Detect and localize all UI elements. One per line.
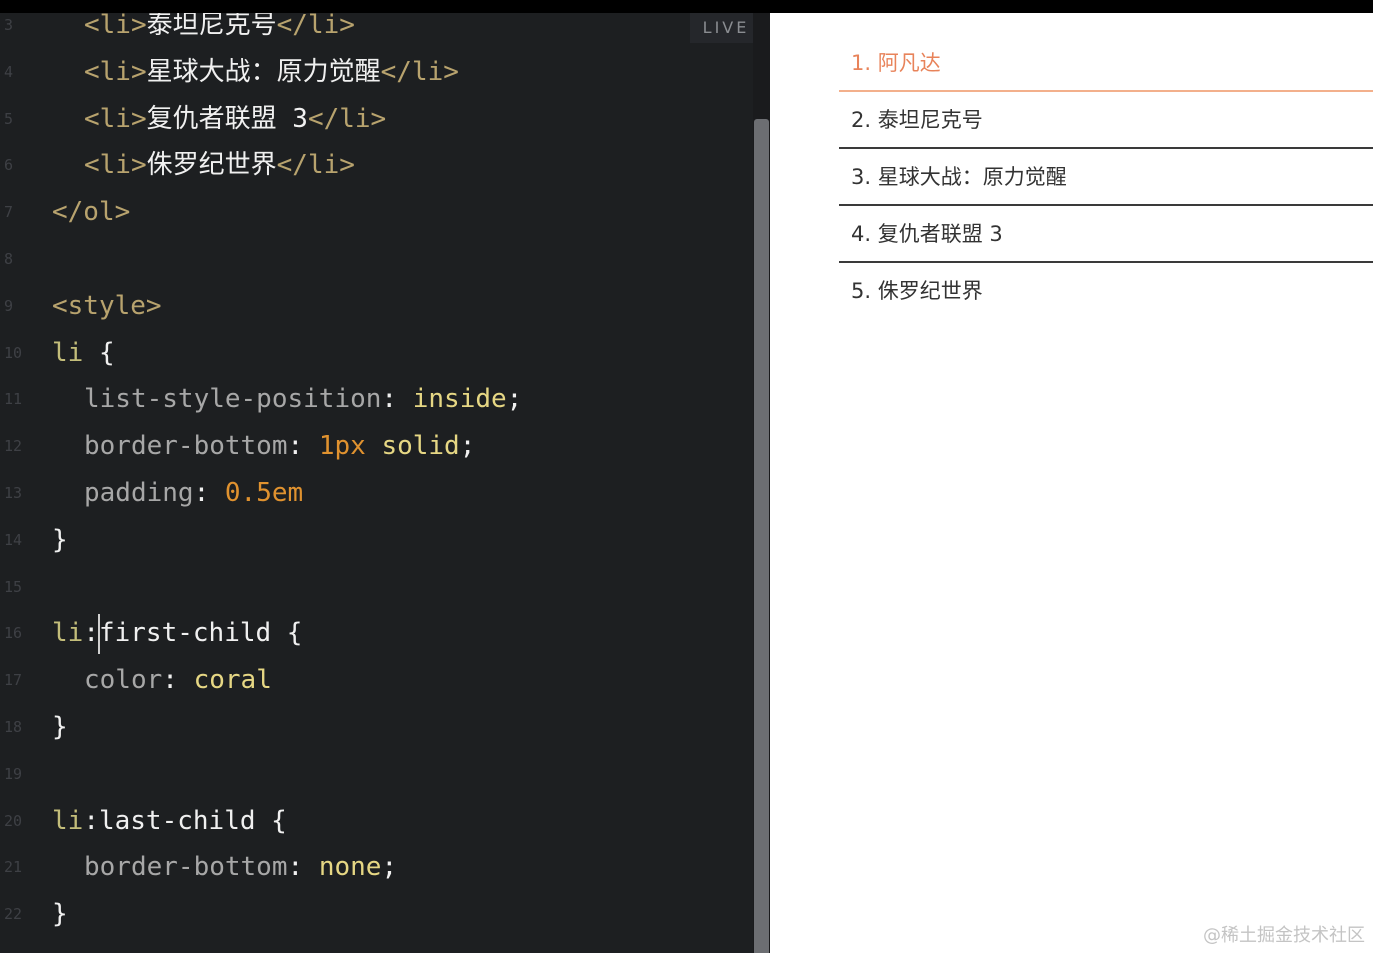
code-line[interactable]: </ol> <box>52 189 130 235</box>
code-token: <li> <box>84 103 147 134</box>
code-token: ; <box>381 852 398 883</box>
code-token: li <box>52 337 84 368</box>
code-token: 侏罗纪世界 <box>146 150 277 181</box>
code-token: ; <box>459 431 476 462</box>
code-token: : <box>287 852 319 883</box>
list-item: 3. 星球大战：原力觉醒 <box>839 149 1373 206</box>
code-token: first-child { <box>98 618 303 649</box>
code-line[interactable]: border-bottom: none; <box>84 844 397 890</box>
code-line[interactable]: } <box>52 891 68 937</box>
list-item: 5. 侏罗纪世界 <box>851 279 983 303</box>
line-number: 9 <box>4 296 14 315</box>
line-number: 10 <box>4 343 23 362</box>
editor-scrollbar-thumb[interactable] <box>754 119 769 953</box>
line-number: 6 <box>4 156 14 175</box>
line-number: 20 <box>4 811 23 830</box>
line-number: 16 <box>4 624 23 643</box>
code-token: solid <box>381 431 460 462</box>
code-token: none <box>318 852 382 883</box>
code-token: </li> <box>307 103 387 134</box>
code-token: : <box>162 665 194 696</box>
code-token: 复仇者联盟 3 <box>146 103 308 134</box>
line-number: 11 <box>4 390 23 409</box>
code-line[interactable]: li:first-child { <box>52 610 302 656</box>
line-number: 12 <box>4 437 23 456</box>
code-line[interactable]: border-bottom: 1px solid; <box>84 423 475 469</box>
code-token: <style> <box>52 290 162 321</box>
watermark: @稀土掘金技术社区 <box>1203 925 1365 946</box>
line-number: 22 <box>4 905 23 924</box>
code-token: 0.5em <box>224 478 304 508</box>
code-token: } <box>52 899 68 930</box>
code-line[interactable]: list-style-position: inside; <box>84 376 522 422</box>
code-line[interactable]: } <box>52 704 68 750</box>
code-token: :last-child { <box>83 805 287 836</box>
code-token: <li> <box>84 150 147 181</box>
code-token: inside <box>412 384 507 415</box>
code-token: { <box>83 337 115 368</box>
code-line[interactable]: <li>星球大战：原力觉醒</li> <box>84 49 459 95</box>
code-token: </li> <box>380 56 459 87</box>
list-item: 1. 阿凡达 <box>839 35 1373 92</box>
code-line[interactable]: <li>泰坦尼克号</li> <box>84 13 355 48</box>
code-line[interactable]: li { <box>52 330 115 376</box>
code-line[interactable]: <style> <box>52 283 162 329</box>
live-preview-pane: 1. 阿凡达 2. 泰坦尼克号 3. 星球大战：原力觉醒 4. 复仇者联盟 3 … <box>770 13 1373 953</box>
code-line[interactable]: } <box>52 517 68 563</box>
line-number: 4 <box>4 62 14 81</box>
line-number: 7 <box>4 203 14 222</box>
top-bar <box>0 0 1373 13</box>
live-badge: LIVE <box>690 13 762 43</box>
code-token: <li> <box>84 13 147 40</box>
code-line[interactable]: <li>复仇者联盟 3</li> <box>84 96 386 142</box>
line-number: 21 <box>4 858 23 877</box>
line-number: 15 <box>4 577 23 596</box>
code-token: </ol> <box>52 197 131 228</box>
list-item: 4. 复仇者联盟 3 <box>839 206 1373 263</box>
line-number: 13 <box>4 484 23 502</box>
code-token: : <box>193 478 225 508</box>
code-token: coral <box>193 665 272 696</box>
code-token: 泰坦尼克号 <box>146 13 277 40</box>
line-number: 19 <box>4 764 23 783</box>
code-token: color <box>84 665 163 696</box>
line-number: 17 <box>4 671 23 690</box>
code-token: border-bottom <box>84 852 288 883</box>
code-token: list-style-position <box>84 384 382 415</box>
code-token: ; <box>506 384 523 415</box>
code-token: <li> <box>84 56 147 87</box>
code-line[interactable]: li:last-child { <box>52 798 287 844</box>
code-token: } <box>52 712 68 742</box>
code-token: : <box>381 384 413 415</box>
code-editor[interactable]: 3 <li>泰坦尼克号</li> 4 <li>星球大战：原力觉醒</li> 5 <li>复… <box>0 13 770 953</box>
line-number: 14 <box>4 530 23 549</box>
code-token: } <box>52 524 68 555</box>
line-number: 3 <box>4 16 14 34</box>
code-token: : <box>83 618 99 649</box>
code-token: li <box>52 805 84 836</box>
code-token: padding <box>84 478 194 508</box>
code-line[interactable]: <li>侏罗纪世界</li> <box>84 142 355 188</box>
code-line[interactable]: color: coral <box>84 657 272 703</box>
code-token: 星球大战：原力觉醒 <box>146 56 381 87</box>
code-token: li <box>52 618 84 649</box>
code-token: </li> <box>276 150 355 181</box>
code-token: </li> <box>276 13 355 40</box>
code-token: 1px <box>318 431 366 462</box>
list-item: 2. 泰坦尼克号 <box>839 92 1373 149</box>
code-token: : <box>287 431 319 462</box>
line-number: 5 <box>4 109 14 128</box>
line-number: 18 <box>4 718 23 736</box>
movie-list: 1. 阿凡达 2. 泰坦尼克号 3. 星球大战：原力觉醒 4. 复仇者联盟 3 … <box>839 35 1373 318</box>
code-token: border-bottom <box>84 431 288 462</box>
line-number: 8 <box>4 250 14 268</box>
code-line[interactable]: padding: 0.5em <box>84 470 303 516</box>
